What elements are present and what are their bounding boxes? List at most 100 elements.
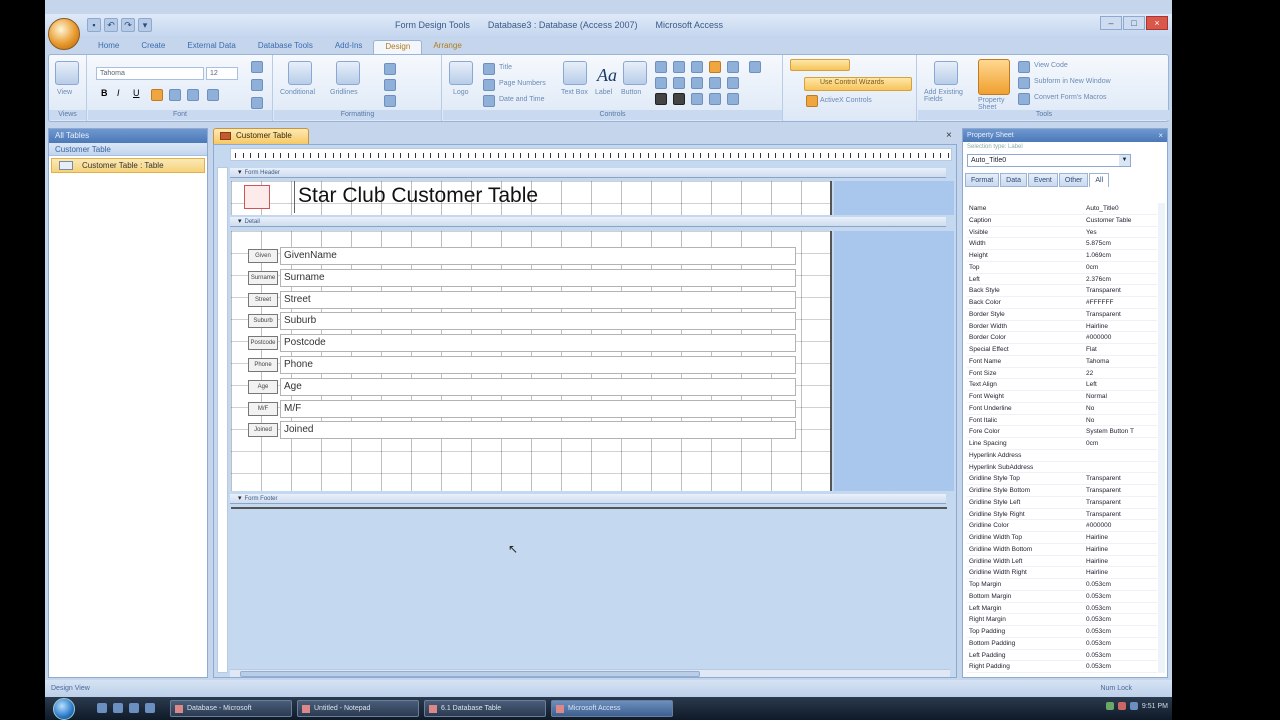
add-existing-fields-icon[interactable]: [934, 61, 958, 85]
property-value[interactable]: 2.376cm: [1086, 274, 1156, 285]
task-word[interactable]: 6.1 Database Table: [424, 700, 546, 717]
form-footer-bar[interactable]: Form Footer: [230, 494, 946, 504]
tab-all[interactable]: All: [1089, 173, 1110, 187]
property-row[interactable]: Gridline Style Right Transparent: [967, 509, 1157, 521]
security-icon[interactable]: [1117, 702, 1126, 710]
property-value[interactable]: 5.875cm: [1086, 238, 1156, 249]
tab-design[interactable]: Design: [373, 40, 423, 54]
label-icon[interactable]: Aa: [597, 65, 617, 86]
property-value[interactable]: 0.053cm: [1086, 626, 1156, 637]
bold-icon[interactable]: B: [101, 88, 113, 100]
property-value[interactable]: #000000: [1086, 332, 1156, 343]
property-scrollbar[interactable]: [1158, 203, 1165, 673]
fill-color-icon[interactable]: [251, 79, 263, 91]
align-center-icon[interactable]: [169, 89, 181, 101]
property-value[interactable]: 0.053cm: [1086, 591, 1156, 602]
minimize-button[interactable]: –: [1100, 16, 1122, 30]
combo-box-icon[interactable]: [655, 61, 667, 73]
property-row[interactable]: Border Width Hairline: [967, 321, 1157, 333]
property-value[interactable]: Transparent: [1086, 285, 1156, 296]
property-value[interactable]: Flat: [1086, 344, 1156, 355]
chart-icon[interactable]: [655, 93, 667, 105]
property-value[interactable]: Tahoma: [1086, 356, 1156, 367]
property-row[interactable]: Right Margin 0.053cm: [967, 614, 1157, 626]
tab-database-tools[interactable]: Database Tools: [247, 40, 324, 54]
tab-add-ins[interactable]: Add-Ins: [324, 40, 374, 54]
redo-icon[interactable]: ↷: [121, 18, 135, 32]
property-value[interactable]: Transparent: [1086, 473, 1156, 484]
property-value[interactable]: Yes: [1086, 227, 1156, 238]
italic-icon[interactable]: I: [117, 88, 129, 100]
subform-icon[interactable]: [709, 77, 721, 89]
save-icon[interactable]: ▪: [87, 18, 101, 32]
property-row[interactable]: Right Padding 0.053cm: [967, 661, 1157, 673]
tab-other[interactable]: Other: [1058, 173, 1089, 187]
property-value[interactable]: Hairline: [1086, 556, 1156, 567]
tab-arrange[interactable]: Arrange: [422, 40, 472, 54]
close-button[interactable]: ×: [1146, 16, 1168, 30]
property-row[interactable]: Height 1.069cm: [967, 250, 1157, 262]
property-row[interactable]: Font Weight Normal: [967, 391, 1157, 403]
field-label[interactable]: Surname: [248, 270, 278, 285]
property-value[interactable]: Hairline: [1086, 544, 1156, 555]
field-label[interactable]: Phone: [248, 358, 278, 372]
scroll-thumb[interactable]: [240, 671, 700, 677]
undo-icon[interactable]: ↶: [104, 18, 118, 32]
field-textbox[interactable]: Street: [280, 290, 796, 309]
convert-macros-label[interactable]: Convert Form's Macros: [1034, 94, 1107, 101]
font-color-icon[interactable]: [251, 61, 263, 73]
form-header-bar[interactable]: Form Header: [230, 168, 946, 178]
font-size-box[interactable]: 12: [206, 67, 238, 80]
property-row[interactable]: Text Align Left: [967, 379, 1157, 391]
property-value[interactable]: 22: [1086, 368, 1156, 379]
view-code-icon[interactable]: [1018, 61, 1030, 73]
property-row[interactable]: Font Name Tahoma: [967, 356, 1157, 368]
property-row[interactable]: Top Margin 0.053cm: [967, 579, 1157, 591]
line-icon[interactable]: [691, 61, 703, 73]
format-painter-icon[interactable]: [207, 89, 219, 101]
option-group-icon[interactable]: [673, 77, 685, 89]
property-row[interactable]: Line Spacing 0cm: [967, 438, 1157, 450]
more-controls-icon[interactable]: [749, 61, 761, 73]
property-row[interactable]: Gridline Width Top Hairline: [967, 532, 1157, 544]
page-numbers-label[interactable]: Page Numbers: [499, 80, 546, 87]
field-textbox[interactable]: GivenName: [280, 247, 796, 265]
font-name-box[interactable]: Tahoma: [96, 67, 204, 80]
conditional-formatting-icon[interactable]: [288, 61, 312, 85]
select-tool[interactable]: [790, 59, 850, 71]
field-textbox[interactable]: Postcode: [280, 334, 796, 353]
tab-control-icon[interactable]: [727, 77, 739, 89]
tab-format[interactable]: Format: [965, 173, 1000, 187]
image-icon[interactable]: [709, 61, 721, 73]
property-value[interactable]: #FFFFFF: [1086, 297, 1156, 308]
property-value[interactable]: Hairline: [1086, 567, 1156, 578]
form-title-label[interactable]: Star Club Customer Table: [294, 181, 538, 213]
gridlines-icon[interactable]: [336, 61, 360, 85]
logo-icon[interactable]: [449, 61, 473, 85]
tab-event[interactable]: Event: [1027, 173, 1058, 187]
property-row[interactable]: Hyperlink SubAddress: [967, 462, 1157, 474]
property-value[interactable]: Normal: [1086, 391, 1156, 402]
task-database[interactable]: Database - Microsoft: [170, 700, 292, 717]
property-value[interactable]: 0cm: [1086, 262, 1156, 273]
network-icon[interactable]: [1105, 702, 1114, 710]
bound-frame-icon[interactable]: [691, 93, 703, 105]
property-row[interactable]: Left Padding 0.053cm: [967, 650, 1157, 662]
property-row[interactable]: Caption Customer Table: [967, 215, 1157, 227]
tab-home[interactable]: Home: [87, 40, 130, 54]
field-textbox[interactable]: Age: [280, 377, 796, 396]
hyperlink-icon[interactable]: [727, 93, 739, 105]
explorer-icon[interactable]: [113, 703, 123, 713]
property-value[interactable]: Left: [1086, 379, 1156, 390]
property-value[interactable]: 0.053cm: [1086, 603, 1156, 614]
field-textbox[interactable]: Joined: [280, 421, 796, 440]
field-textbox[interactable]: Phone: [280, 356, 796, 374]
property-row[interactable]: Back Style Transparent: [967, 285, 1157, 297]
property-value[interactable]: Transparent: [1086, 509, 1156, 520]
field-label[interactable]: M/F: [248, 401, 278, 416]
property-value[interactable]: Transparent: [1086, 309, 1156, 320]
property-value[interactable]: 0.053cm: [1086, 614, 1156, 625]
property-row[interactable]: Left Margin 0.053cm: [967, 603, 1157, 615]
field-textbox[interactable]: Suburb: [280, 312, 796, 331]
property-value[interactable]: 0.053cm: [1086, 638, 1156, 649]
